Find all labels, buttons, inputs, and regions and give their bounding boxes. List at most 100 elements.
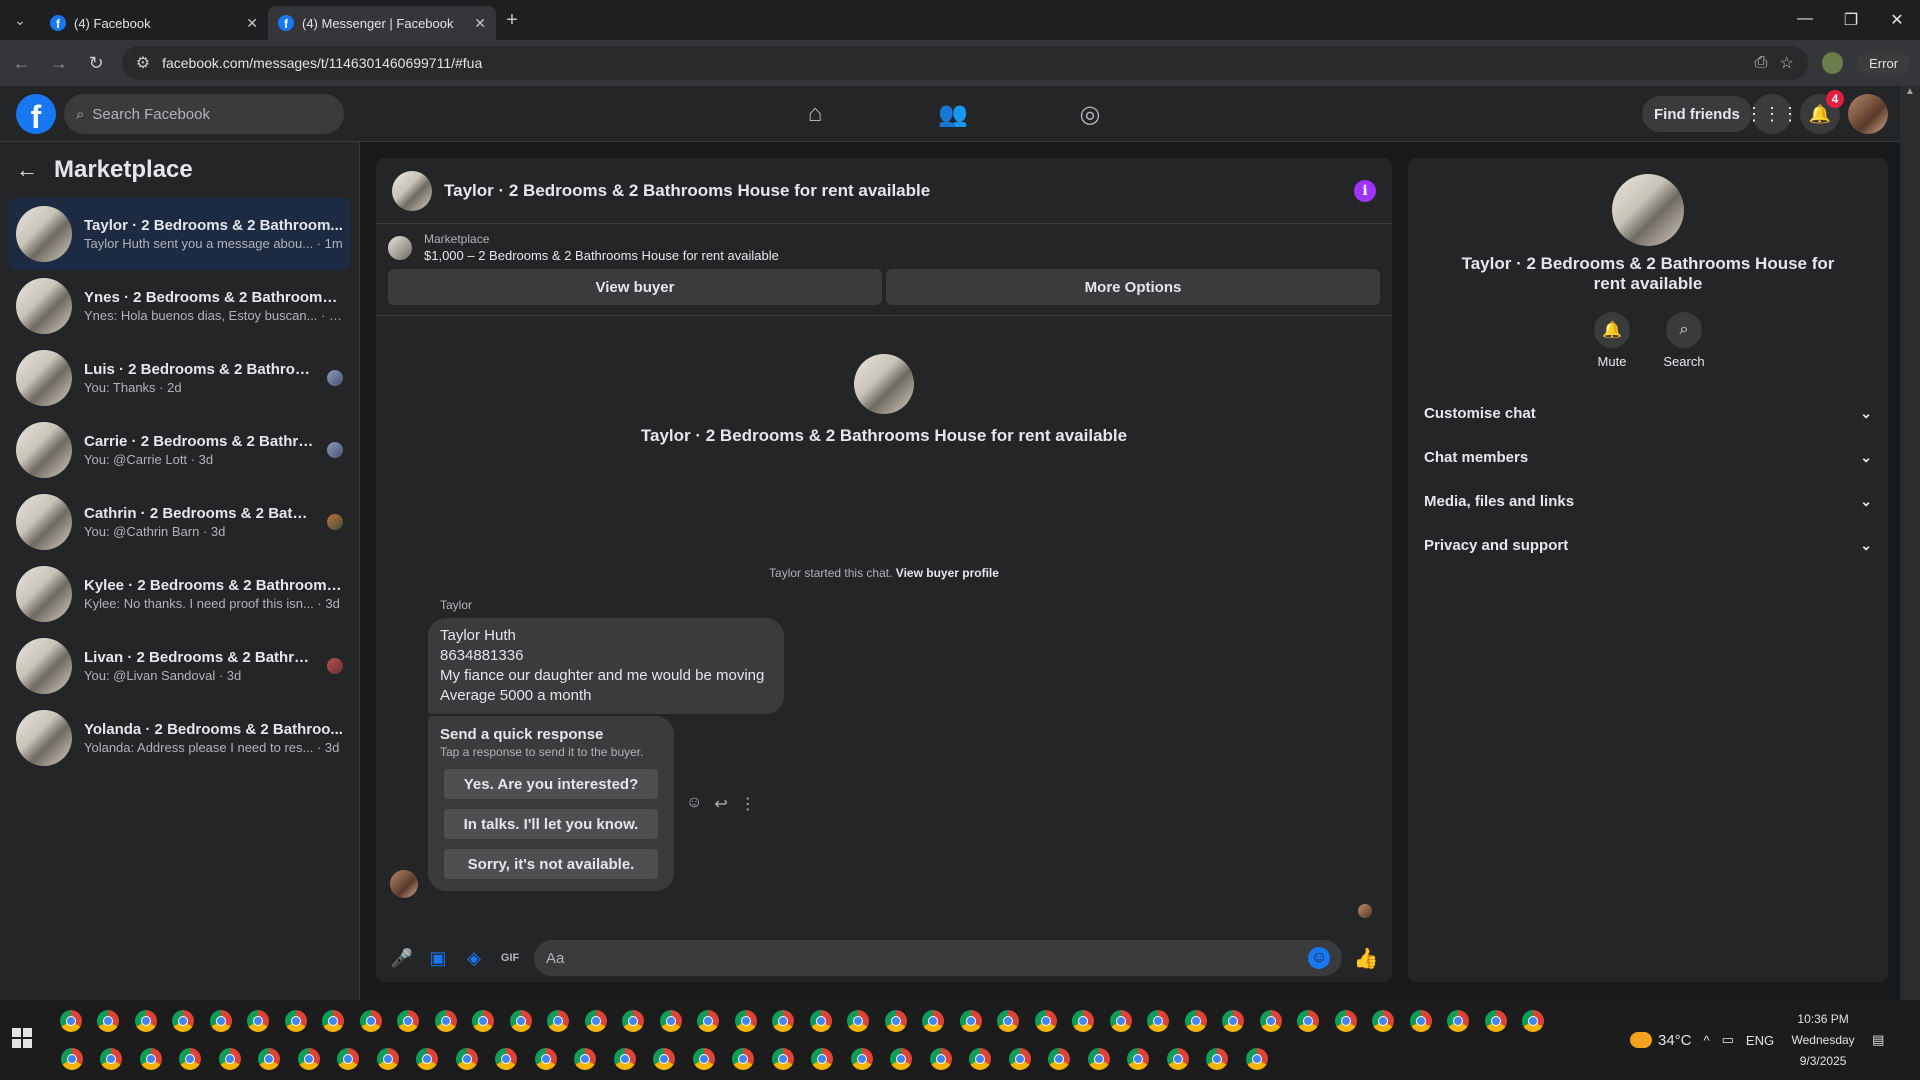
taskbar-chrome-window[interactable] <box>1140 1002 1178 1040</box>
quick-reply-button[interactable]: Sorry, it's not available. <box>444 849 658 879</box>
conversation-item[interactable]: Luis · 2 Bedrooms & 2 Bathroom... You: Th… <box>8 342 351 414</box>
taskbar-chrome-window[interactable] <box>427 1002 465 1040</box>
mute-button[interactable]: 🔔 Mute <box>1594 312 1630 369</box>
restore-icon[interactable]: ❐ <box>1828 10 1874 30</box>
taskbar-chrome-window[interactable] <box>526 1040 566 1078</box>
section-media-files-links[interactable]: Media, files and links ⌄ <box>1424 479 1872 523</box>
browser-profile-avatar[interactable] <box>1821 52 1844 74</box>
taskbar-chrome-window[interactable] <box>52 1040 92 1078</box>
taskbar-chrome-window[interactable] <box>240 1002 278 1040</box>
back-arrow-icon[interactable]: ← <box>16 157 38 183</box>
taskbar-chrome-window[interactable] <box>645 1040 685 1078</box>
conversation-item[interactable]: Kylee · 2 Bedrooms & 2 Bathrooms... Kylee… <box>8 558 351 630</box>
taskbar-chrome-window[interactable] <box>202 1002 240 1040</box>
taskbar-chrome-window[interactable] <box>577 1002 615 1040</box>
taskbar-chrome-window[interactable] <box>1198 1040 1238 1078</box>
tab-search-button[interactable]: ⌄ <box>0 0 40 40</box>
section-chat-members[interactable]: Chat members ⌄ <box>1424 435 1872 479</box>
bookmark-star-icon[interactable]: ☆ <box>1779 53 1793 73</box>
taskbar-chrome-window[interactable] <box>487 1040 527 1078</box>
taskbar-chrome-window[interactable] <box>1327 1002 1365 1040</box>
reload-icon[interactable]: ↻ <box>85 53 108 74</box>
taskbar-chrome-window[interactable] <box>1000 1040 1040 1078</box>
weather-widget[interactable]: 34°C <box>1630 1032 1692 1049</box>
message-input[interactable]: Aa ☺ <box>534 940 1342 976</box>
taskbar-chrome-window[interactable] <box>390 1002 428 1040</box>
notifications-bell-icon[interactable]: 🔔 4 <box>1800 90 1844 134</box>
close-tab-icon[interactable]: ✕ <box>474 15 486 32</box>
taskbar-chrome-window[interactable] <box>1102 1002 1140 1040</box>
conversation-item[interactable]: Cathrin · 2 Bedrooms & 2 Bathr... You: @C… <box>8 486 351 558</box>
notification-center-icon[interactable]: ▤ <box>1872 1032 1884 1048</box>
taskbar-chrome-window[interactable] <box>315 1002 353 1040</box>
section-privacy-support[interactable]: Privacy and support ⌄ <box>1424 523 1872 567</box>
message-bubble[interactable]: Taylor Huth 8634881336 My fiance our dau… <box>428 618 784 714</box>
listing-price-title[interactable]: $1,000 – 2 Bedrooms & 2 Bathrooms House … <box>424 248 779 263</box>
close-tab-icon[interactable]: ✕ <box>246 15 258 32</box>
more-vertical-icon[interactable]: ⋮ <box>740 794 756 814</box>
conversation-item[interactable]: Taylor · 2 Bedrooms & 2 Bathroom... Taylo… <box>8 198 351 270</box>
taskbar-chrome-window[interactable] <box>1402 1002 1440 1040</box>
taskbar-chrome-window[interactable] <box>1119 1040 1159 1078</box>
taskbar-chrome-window[interactable] <box>727 1002 765 1040</box>
url-text[interactable]: facebook.com/messages/t/1146301460699711… <box>162 55 1743 71</box>
site-info-icon[interactable]: ⚙ <box>136 53 150 73</box>
taskbar-chrome-window[interactable] <box>1252 1002 1290 1040</box>
account-avatar[interactable] <box>1848 94 1888 134</box>
conversation-item[interactable]: Yolanda · 2 Bedrooms & 2 Bathroo... Yolan… <box>8 702 351 774</box>
taskbar-chrome-window[interactable] <box>566 1040 606 1078</box>
taskbar-chrome-window[interactable] <box>1477 1002 1515 1040</box>
taskbar-chrome-window[interactable] <box>52 1002 90 1040</box>
facebook-search-input[interactable]: ⌕ Search Facebook <box>64 94 344 134</box>
tab-messenger[interactable]: f (4) Messenger | Facebook ✕ <box>268 6 496 40</box>
taskbar-chrome-window[interactable] <box>921 1040 961 1078</box>
taskbar-chrome-window[interactable] <box>250 1040 290 1078</box>
taskbar-chrome-window[interactable] <box>289 1040 329 1078</box>
react-emoji-icon[interactable]: ☺ <box>686 794 702 814</box>
taskbar-chrome-window[interactable] <box>465 1002 503 1040</box>
menu-grid-icon[interactable]: ⋮⋮⋮ <box>1745 94 1799 134</box>
forward-icon[interactable]: → <box>47 53 70 74</box>
new-tab-button[interactable]: + <box>496 9 528 32</box>
taskbar-chrome-window[interactable] <box>842 1040 882 1078</box>
clock[interactable]: 10:36 PM Wednesday 9/3/2025 <box>1786 1009 1860 1072</box>
taskbar-chrome-window[interactable] <box>724 1040 764 1078</box>
taskbar-chrome-window[interactable] <box>763 1040 803 1078</box>
taskbar-chrome-window[interactable] <box>171 1040 211 1078</box>
conversation-item[interactable]: Carrie · 2 Bedrooms & 2 Bathroo... You: @… <box>8 414 351 486</box>
taskbar-chrome-window[interactable] <box>502 1002 540 1040</box>
view-buyer-profile-link[interactable]: View buyer profile <box>896 566 999 580</box>
taskbar-chrome-window[interactable] <box>1158 1040 1198 1078</box>
taskbar-chrome-window[interactable] <box>605 1040 645 1078</box>
tray-overflow-icon[interactable]: ^ <box>1704 1033 1710 1048</box>
taskbar-chrome-window[interactable] <box>329 1040 369 1078</box>
language-indicator[interactable]: ENG <box>1746 1033 1774 1048</box>
tab-facebook[interactable]: f (4) Facebook ✕ <box>40 6 268 40</box>
taskbar-chrome-window[interactable] <box>990 1002 1028 1040</box>
taskbar-chrome-window[interactable] <box>1237 1040 1277 1078</box>
photo-icon[interactable]: ▣ <box>426 946 450 970</box>
taskbar-chrome-window[interactable] <box>90 1002 128 1040</box>
quick-reply-button[interactable]: In talks. I'll let you know. <box>444 809 658 839</box>
taskbar-chrome-window[interactable] <box>1079 1040 1119 1078</box>
taskbar-chrome-window[interactable] <box>447 1040 487 1078</box>
taskbar-chrome-window[interactable] <box>1440 1002 1478 1040</box>
taskbar-chrome-window[interactable] <box>652 1002 690 1040</box>
conversation-item[interactable]: Ynes · 2 Bedrooms & 2 Bathrooms ... Ynes:… <box>8 270 351 342</box>
facebook-logo-icon[interactable]: f <box>16 94 56 134</box>
thumbs-up-icon[interactable]: 👍 <box>1354 946 1379 970</box>
taskbar-chrome-window[interactable] <box>961 1040 1001 1078</box>
taskbar-chrome-window[interactable] <box>877 1002 915 1040</box>
taskbar-chrome-window[interactable] <box>127 1002 165 1040</box>
gif-icon[interactable]: GIF <box>498 946 522 970</box>
info-icon[interactable]: i <box>1354 179 1376 202</box>
network-icon[interactable]: ▭ <box>1722 1032 1734 1048</box>
taskbar-chrome-window[interactable] <box>882 1040 922 1078</box>
taskbar-chrome-window[interactable] <box>803 1040 843 1078</box>
microphone-icon[interactable]: 🎤 <box>390 946 414 970</box>
taskbar-chrome-window[interactable] <box>684 1040 724 1078</box>
install-app-icon[interactable]: ⎙ <box>1755 54 1768 72</box>
more-options-button[interactable]: More Options <box>886 269 1380 305</box>
windows-start-icon[interactable] <box>12 1028 32 1048</box>
reply-icon[interactable]: ↩ <box>714 794 727 814</box>
